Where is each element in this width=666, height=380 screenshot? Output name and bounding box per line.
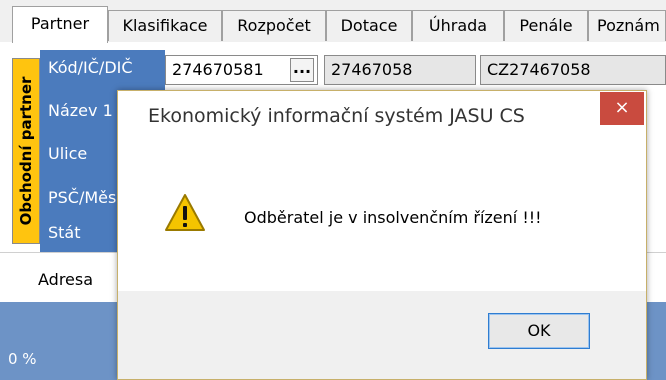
tab-partner[interactable]: Partner [12,6,108,43]
dic-field: CZ27467058 [480,55,666,85]
label-stat: Stát [48,223,81,242]
close-icon: × [614,97,630,118]
message-dialog: Ekonomický informační systém JASU CS × O… [117,90,647,380]
tab-dotace[interactable]: Dotace [326,10,412,41]
tab-penale[interactable]: Penále [504,10,588,41]
dialog-footer: OK [118,291,646,379]
ok-button[interactable]: OK [488,313,590,349]
label-nazev: Název 1 [48,101,113,120]
dialog-title: Ekonomický informační systém JASU CS [148,105,525,127]
dialog-body: Odběratel je v insolvenčním řízení !!! [118,141,646,291]
dialog-titlebar[interactable]: Ekonomický informační systém JASU CS × [118,91,646,141]
tab-uhrada[interactable]: Úhrada [412,10,504,41]
tab-rozpocet[interactable]: Rozpočet [222,10,326,41]
close-button[interactable]: × [600,92,644,125]
tab-strip: Partner Klasifikace Rozpočet Dotace Úhra… [0,0,666,43]
progress-text: 0 % [8,350,37,368]
lookup-button[interactable]: ... [290,58,314,82]
partner-section-tab[interactable]: Obchodní partner [12,58,40,244]
tab-poznamky[interactable]: Poznám [588,10,666,41]
tab-klasifikace[interactable]: Klasifikace [108,10,222,41]
ico-field: 27467058 [324,55,476,85]
warning-icon [165,194,205,231]
label-kod: Kód/IČ/DIČ [48,58,133,77]
dialog-message: Odběratel je v insolvenčním řízení !!! [244,208,542,227]
label-psc: PSČ/Měs [48,188,117,207]
partner-section-label: Obchodní partner [17,76,35,226]
label-ulice: Ulice [48,144,88,163]
subtab-adresa[interactable]: Adresa [38,270,93,289]
